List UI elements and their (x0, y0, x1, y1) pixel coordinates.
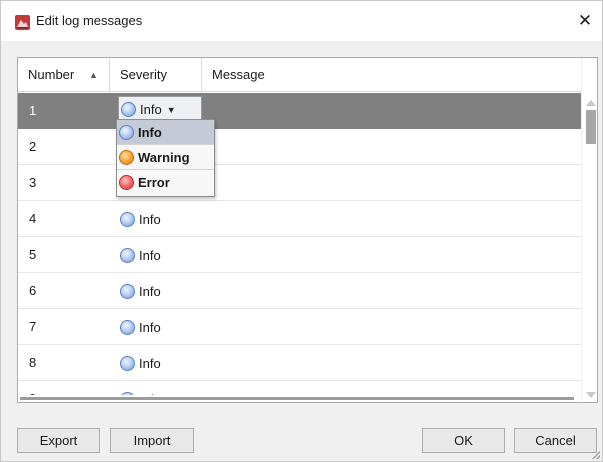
column-header-message[interactable]: Message (202, 58, 581, 92)
export-button[interactable]: Export (17, 428, 100, 453)
error-icon (119, 175, 134, 190)
edit-log-messages-dialog: Edit log messages ✕ Number ▲ Severity Me… (0, 0, 603, 462)
close-button[interactable]: ✕ (568, 6, 602, 36)
horizontal-scrollbar-thumb[interactable] (20, 397, 574, 400)
vertical-scrollbar[interactable] (581, 58, 597, 402)
sort-ascending-icon: ▲ (89, 70, 98, 80)
severity-label: Info (139, 283, 161, 299)
info-icon (120, 283, 135, 299)
severity-value: Info (140, 102, 162, 117)
title-bar: Edit log messages ✕ (1, 1, 602, 41)
import-button[interactable]: Import (110, 428, 194, 453)
row-number: 8 (29, 355, 37, 370)
info-icon (120, 247, 135, 263)
horizontal-scrollbar[interactable] (18, 395, 581, 402)
table-row[interactable]: 2 (18, 129, 581, 165)
scroll-up-icon[interactable] (586, 100, 596, 106)
severity-cell[interactable]: Info (120, 237, 161, 273)
severity-cell[interactable]: Info (120, 273, 161, 309)
row-number: 3 (29, 175, 37, 190)
severity-label: Info (139, 355, 161, 371)
row-number: 6 (29, 283, 37, 298)
table-row[interactable]: 6 Info (18, 273, 581, 309)
severity-label: Info (139, 319, 161, 335)
row-number: 4 (29, 211, 37, 226)
option-label: Warning (138, 149, 190, 165)
column-header-label: Number (28, 67, 75, 82)
option-label: Error (138, 175, 170, 190)
severity-cell[interactable]: Info (120, 309, 161, 345)
info-icon (121, 102, 136, 117)
severity-cell[interactable]: Info (120, 201, 161, 237)
table-row[interactable]: 3 (18, 165, 581, 201)
ok-button[interactable]: OK (422, 428, 505, 453)
severity-option-info[interactable]: Info (117, 120, 214, 145)
option-label: Info (138, 124, 162, 140)
column-header-label: Severity (120, 67, 167, 82)
log-messages-table: Number ▲ Severity Message 1 Info ▼ 2 3 4… (17, 57, 598, 403)
table-row[interactable]: 8 Info (18, 345, 581, 381)
table-body: 1 Info ▼ 2 3 4 Info 5 Info 6 Info 7 Info… (18, 93, 581, 402)
column-header-severity[interactable]: Severity (110, 58, 202, 92)
close-icon: ✕ (577, 11, 593, 30)
table-row[interactable]: 1 Info ▼ (18, 93, 581, 129)
severity-option-warning[interactable]: Warning (117, 145, 214, 170)
column-header-number[interactable]: Number ▲ (18, 58, 110, 92)
info-icon (120, 355, 135, 371)
severity-label: Info (139, 211, 161, 227)
column-header-label: Message (212, 67, 265, 82)
severity-dropdown-list: Info Warning Error (116, 119, 215, 197)
warning-icon (119, 149, 134, 165)
table-row[interactable]: 4 Info (18, 201, 581, 237)
app-icon (15, 15, 30, 30)
row-number: 5 (29, 247, 37, 262)
severity-label: Info (139, 247, 161, 263)
severity-option-error[interactable]: Error (117, 170, 214, 195)
scroll-down-icon[interactable] (586, 392, 596, 398)
table-row[interactable]: 7 Info (18, 309, 581, 345)
cancel-button[interactable]: Cancel (514, 428, 597, 453)
table-row[interactable]: 5 Info (18, 237, 581, 273)
row-number: 7 (29, 319, 37, 334)
info-icon (119, 124, 134, 140)
info-icon (120, 319, 135, 335)
scrollbar-thumb[interactable] (586, 110, 596, 144)
row-number: 2 (29, 139, 37, 154)
info-icon (120, 211, 135, 227)
severity-cell[interactable]: Info (120, 345, 161, 381)
table-header: Number ▲ Severity Message (18, 58, 581, 92)
dropdown-arrow-icon: ▼ (166, 104, 176, 115)
resize-grip-icon[interactable] (592, 451, 600, 459)
window-title: Edit log messages (36, 13, 143, 28)
row-number: 1 (29, 103, 37, 118)
